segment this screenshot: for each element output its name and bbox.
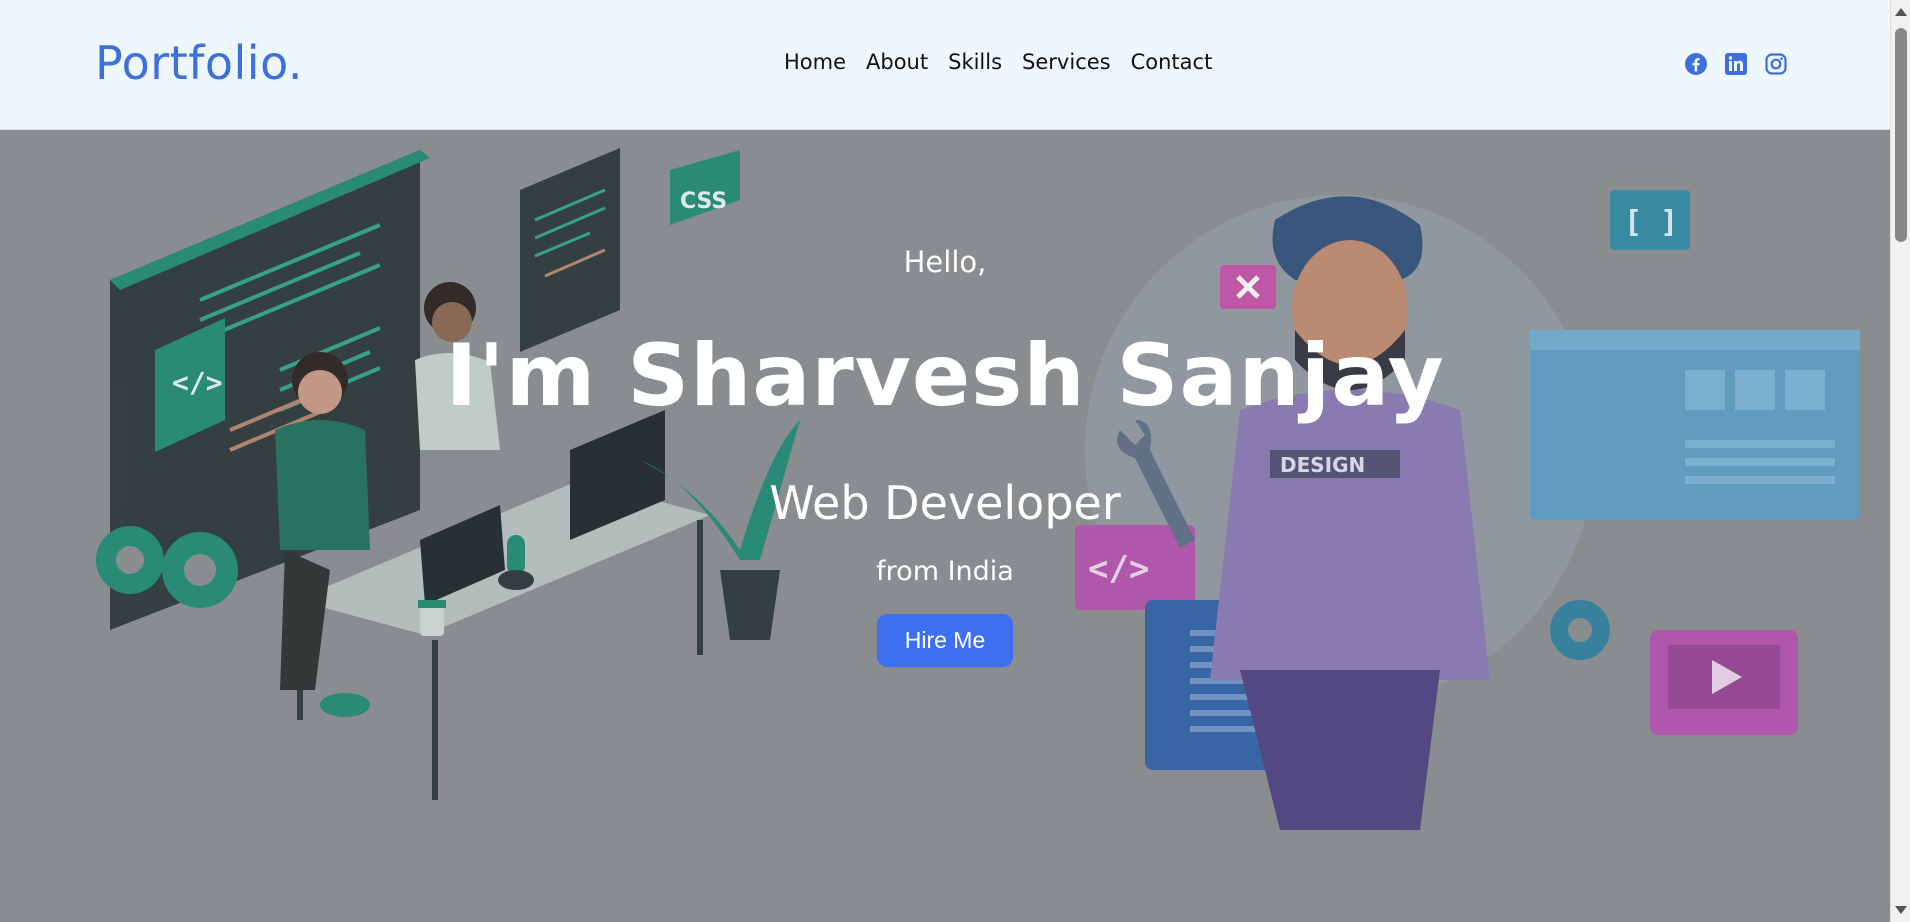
hero-section: </> CSS [] </> DESIGN Hello, I'm Sharve…	[0, 130, 1890, 922]
brackets-badge: [ ]	[1624, 205, 1678, 240]
scroll-up-arrow-icon[interactable]	[1895, 8, 1907, 16]
scroll-down-arrow-icon[interactable]	[1895, 906, 1907, 914]
page-scrollbar[interactable]	[1890, 0, 1910, 922]
main-nav: Home About Skills Services Contact	[784, 50, 1212, 74]
hire-me-button[interactable]: Hire Me	[877, 614, 1013, 667]
nav-skills[interactable]: Skills	[948, 50, 1002, 74]
nav-home[interactable]: Home	[784, 50, 846, 74]
hero-greeting: Hello,	[903, 245, 987, 279]
scroll-thumb[interactable]	[1895, 28, 1907, 242]
css-badge: CSS	[680, 189, 727, 214]
social-links	[1684, 52, 1788, 76]
nav-contact[interactable]: Contact	[1131, 50, 1213, 74]
nav-services[interactable]: Services	[1022, 50, 1111, 74]
hero-role: Web Developer	[769, 476, 1121, 530]
nav-about[interactable]: About	[866, 50, 928, 74]
logo[interactable]: Portfolio.	[95, 36, 303, 90]
hero-location: from India	[876, 556, 1014, 587]
facebook-icon[interactable]	[1684, 52, 1708, 76]
linkedin-icon[interactable]	[1724, 52, 1748, 76]
hero-name: I'm Sharvesh Sanjay	[445, 326, 1445, 426]
design-shirt-label: DESIGN	[1280, 453, 1365, 477]
site-header: Portfolio. Home About Skills Services Co…	[0, 0, 1890, 130]
instagram-icon[interactable]	[1764, 52, 1788, 76]
page: Portfolio. Home About Skills Services Co…	[0, 0, 1890, 922]
